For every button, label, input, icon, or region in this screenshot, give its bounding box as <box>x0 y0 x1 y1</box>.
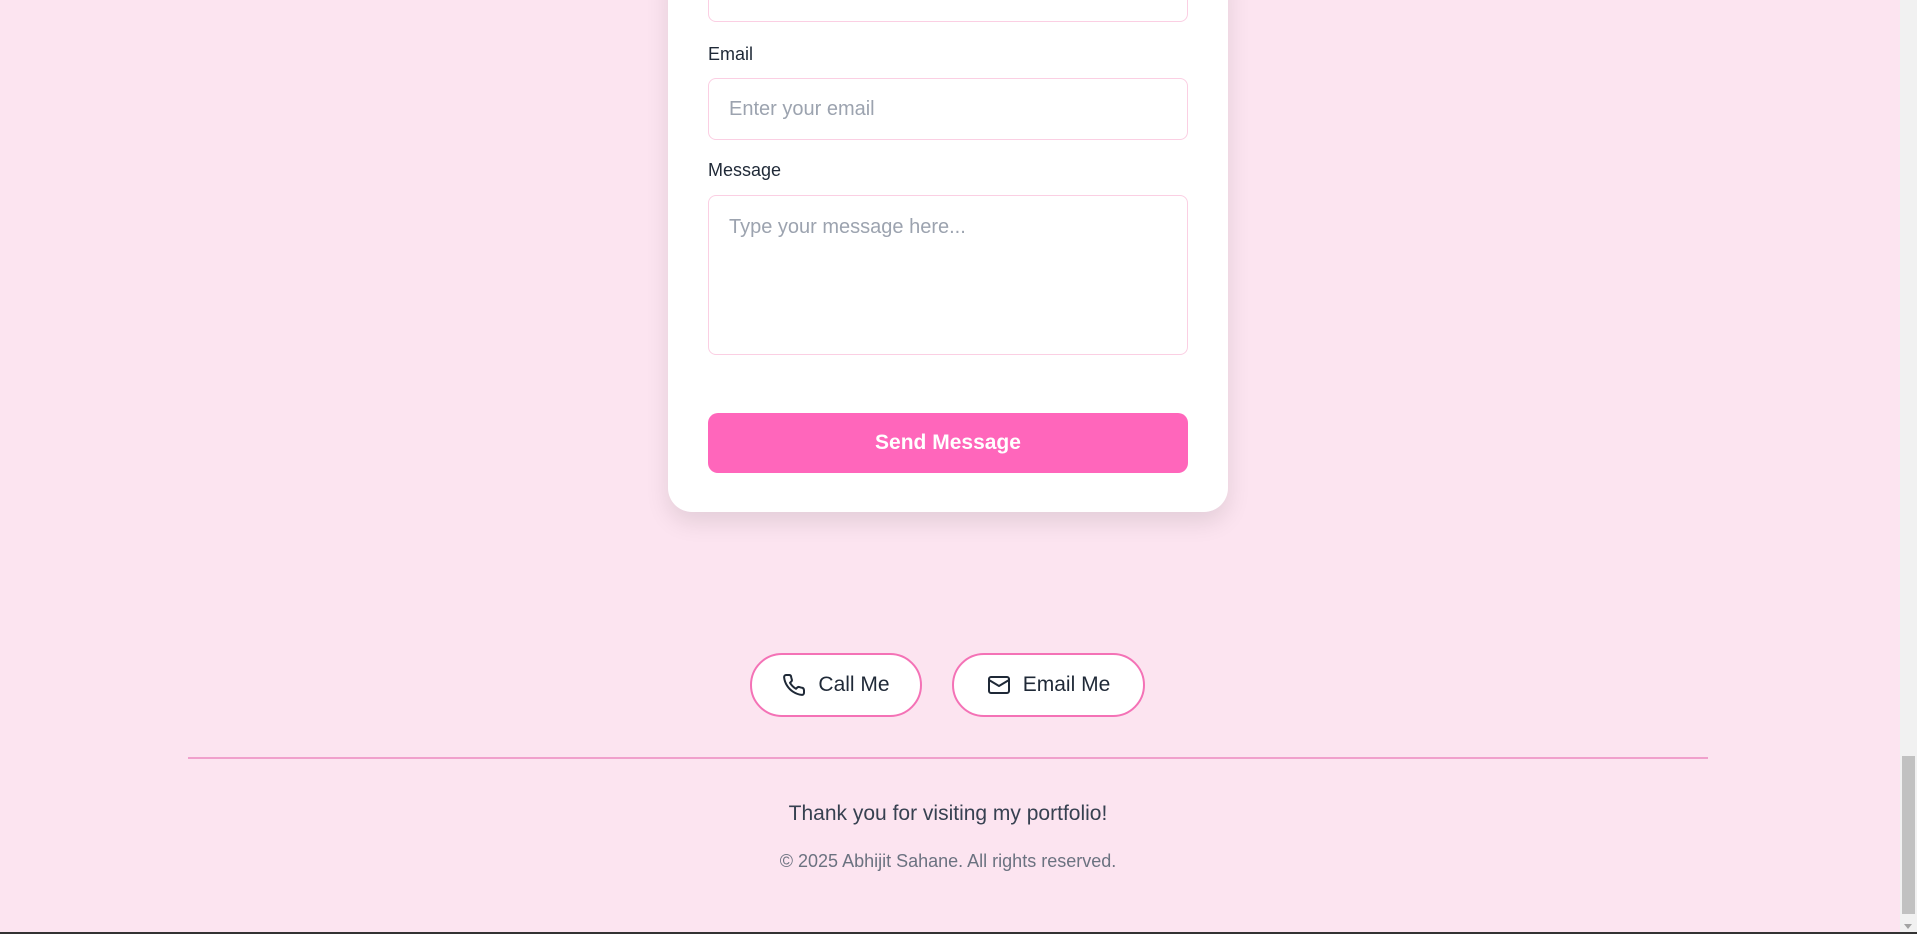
scroll-down-arrow-icon[interactable] <box>1904 924 1912 929</box>
message-label: Message <box>708 160 782 180</box>
email-me-button[interactable]: Email Me <box>952 653 1145 717</box>
call-me-label: Call Me <box>818 673 890 696</box>
mail-icon <box>987 673 1011 697</box>
page: Email Message Send Message Call Me Email… <box>0 0 1900 932</box>
footer-divider <box>188 757 1708 759</box>
footer-thanks-text: Thank you for visiting my portfolio! <box>788 802 1108 825</box>
name-field-partial[interactable] <box>708 0 1188 22</box>
phone-icon <box>782 673 806 697</box>
page-scrollbar[interactable] <box>1900 0 1917 932</box>
email-label: Email <box>708 44 754 64</box>
message-textarea[interactable] <box>708 195 1188 355</box>
send-message-button[interactable]: Send Message <box>708 413 1188 473</box>
email-input[interactable] <box>708 78 1188 140</box>
call-me-button[interactable]: Call Me <box>750 653 922 717</box>
email-me-label: Email Me <box>1022 673 1111 696</box>
scrollbar-thumb[interactable] <box>1902 756 1915 914</box>
contact-form-card: Email Message Send Message <box>668 0 1228 512</box>
footer-copyright: © 2025 Abhijit Sahane. All rights reserv… <box>779 851 1117 871</box>
